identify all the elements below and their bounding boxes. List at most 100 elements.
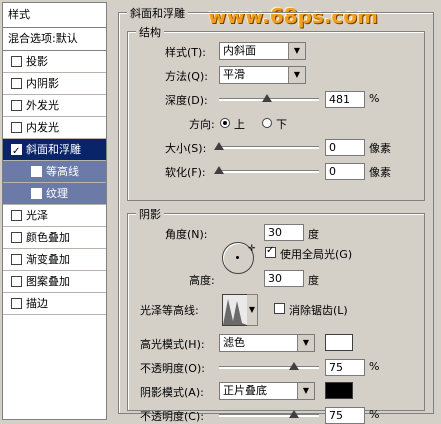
style-item-8[interactable]: 颜色叠加 (3, 227, 106, 249)
depth-unit: % (369, 92, 380, 105)
altitude-label: 高度: (189, 274, 215, 287)
style-item-9[interactable]: 渐变叠加 (3, 249, 106, 271)
angle-input[interactable]: 30 (264, 224, 304, 241)
contour-curve-icon (223, 299, 247, 325)
shadow-opacity-thumb[interactable] (289, 410, 299, 418)
shadow-color-swatch[interactable] (325, 382, 353, 399)
direction-up-radio[interactable] (220, 118, 230, 128)
style-item-checkbox[interactable] (11, 231, 22, 243)
style-item-label: 内发光 (26, 121, 59, 134)
shadow-mode-select[interactable]: 正片叠底 ▼ (219, 382, 315, 400)
style-label: 样式(T): (165, 46, 207, 59)
global-light-label: 使用全局光(G) (280, 248, 353, 261)
soften-slider[interactable] (214, 166, 319, 176)
style-select[interactable]: 内斜面 ▼ (219, 42, 306, 60)
style-item-checkbox[interactable] (31, 187, 42, 199)
gloss-contour-label: 光泽等高线: (140, 304, 199, 317)
style-item-label: 描边 (26, 297, 48, 310)
style-item-label: 斜面和浮雕 (26, 143, 81, 156)
style-item-label: 图案叠加 (26, 275, 70, 288)
shadow-opacity-label: 不透明度(C): (140, 410, 204, 423)
style-item-label: 纹理 (46, 187, 68, 200)
style-item-checkbox[interactable] (11, 275, 22, 287)
shading-title: 阴影 (136, 206, 164, 222)
style-item-3[interactable]: 内发光 (3, 117, 106, 139)
soften-slider-thumb[interactable] (214, 166, 224, 174)
technique-label: 方法(Q): (165, 70, 208, 83)
size-slider[interactable] (214, 142, 319, 152)
style-item-checkbox[interactable] (11, 77, 22, 89)
shadow-mode-label: 阴影模式(A): (140, 386, 204, 399)
crosshair-icon: ✛ (248, 244, 256, 254)
bevel-emboss-group: 斜面和浮雕 结构 样式(T): 内斜面 ▼ 方法(Q): 平滑 ▼ 深度(D):… (118, 5, 434, 424)
chevron-down-icon: ▼ (288, 67, 305, 83)
style-item-checkbox[interactable] (11, 55, 22, 67)
shadow-opacity-slider[interactable] (219, 410, 319, 420)
size-unit: 像素 (369, 142, 391, 155)
style-item-5[interactable]: 等高线 (3, 161, 106, 183)
gloss-contour-preview[interactable] (222, 294, 248, 326)
styles-header[interactable]: 样式 (3, 3, 106, 28)
chevron-down-icon: ▼ (297, 335, 314, 351)
global-light-checkbox[interactable] (265, 245, 276, 258)
style-item-checkbox[interactable] (11, 141, 22, 162)
chevron-down-icon: ▼ (297, 383, 314, 399)
depth-label: 深度(D): (165, 94, 208, 107)
style-item-11[interactable]: 描边 (3, 293, 106, 315)
gloss-contour-dropdown[interactable]: ▼ (247, 294, 258, 326)
bevel-emboss-title: 斜面和浮雕 (127, 5, 188, 21)
highlight-color-swatch[interactable] (325, 334, 353, 351)
highlight-opacity-label: 不透明度(O): (140, 362, 205, 375)
shading-group: 阴影 角度(N): ✛ 30 度 使用全局光(G) 高度: 30 度 光泽等高线… (127, 206, 425, 424)
style-item-checkbox[interactable] (11, 99, 22, 111)
style-item-2[interactable]: 外发光 (3, 95, 106, 117)
style-item-checkbox[interactable] (11, 209, 22, 221)
shadow-opacity-input[interactable]: 75 (325, 407, 365, 424)
style-item-checkbox[interactable] (11, 121, 22, 133)
style-item-checkbox[interactable] (11, 297, 22, 309)
bevel-emboss-panel: 斜面和浮雕 结构 样式(T): 内斜面 ▼ 方法(Q): 平滑 ▼ 深度(D):… (118, 5, 436, 424)
soften-label: 软化(F): (165, 166, 206, 179)
highlight-opacity-input[interactable]: 75 (325, 359, 365, 376)
anti-alias-label: 消除锯齿(L) (289, 304, 348, 317)
style-item-10[interactable]: 图案叠加 (3, 271, 106, 293)
altitude-unit: 度 (308, 274, 319, 287)
size-label: 大小(S): (165, 142, 207, 155)
technique-select[interactable]: 平滑 ▼ (219, 66, 306, 84)
shadow-opacity-unit: % (369, 408, 380, 421)
depth-slider-thumb[interactable] (262, 94, 272, 102)
shadow-mode-value: 正片叠底 (223, 384, 267, 397)
altitude-input[interactable]: 30 (264, 270, 304, 287)
style-item-6[interactable]: 纹理 (3, 183, 106, 205)
style-item-7[interactable]: 光泽 (3, 205, 106, 227)
blend-options-item[interactable]: 混合选项:默认 (3, 28, 106, 51)
style-item-label: 颜色叠加 (26, 231, 70, 244)
structure-group: 结构 样式(T): 内斜面 ▼ 方法(Q): 平滑 ▼ 深度(D): 481 %… (127, 24, 425, 201)
style-item-label: 等高线 (46, 165, 79, 178)
depth-slider[interactable] (219, 94, 319, 104)
anti-alias-checkbox[interactable] (274, 303, 285, 314)
style-item-0[interactable]: 投影 (3, 51, 106, 73)
depth-input[interactable]: 481 (325, 91, 365, 108)
highlight-opacity-unit: % (369, 360, 380, 373)
styles-list: 样式 混合选项:默认 投影内阴影外发光内发光斜面和浮雕等高线纹理光泽颜色叠加渐变… (2, 2, 107, 420)
style-item-label: 投影 (26, 55, 48, 68)
size-slider-thumb[interactable] (214, 142, 224, 150)
angle-unit: 度 (308, 228, 319, 241)
direction-down-label: 下 (276, 118, 287, 131)
size-input[interactable]: 0 (325, 139, 365, 156)
structure-title: 结构 (136, 24, 164, 40)
direction-label: 方向: (189, 118, 215, 131)
style-item-label: 内阴影 (26, 77, 59, 90)
style-item-1[interactable]: 内阴影 (3, 73, 106, 95)
highlight-mode-label: 高光模式(H): (140, 338, 205, 351)
style-value: 内斜面 (223, 44, 256, 57)
soften-input[interactable]: 0 (325, 163, 365, 180)
highlight-opacity-thumb[interactable] (289, 362, 299, 370)
direction-down-radio[interactable] (262, 118, 272, 128)
style-item-4[interactable]: 斜面和浮雕 (3, 139, 106, 162)
style-item-checkbox[interactable] (11, 253, 22, 265)
highlight-mode-select[interactable]: 滤色 ▼ (219, 334, 315, 352)
style-item-checkbox[interactable] (31, 165, 42, 177)
highlight-opacity-slider[interactable] (219, 362, 319, 372)
